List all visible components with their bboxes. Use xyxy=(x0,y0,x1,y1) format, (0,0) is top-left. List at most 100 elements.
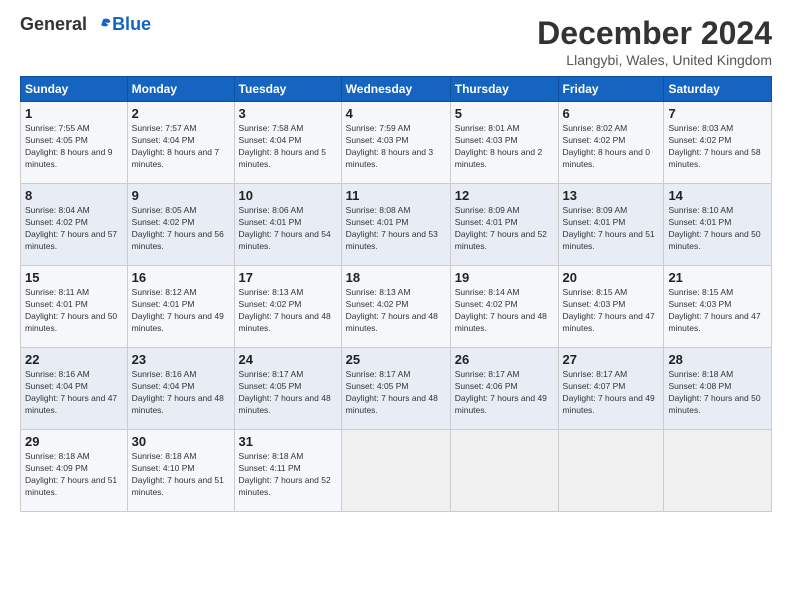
day-number: 5 xyxy=(455,106,554,121)
day-info: Sunrise: 8:01 AM Sunset: 4:03 PM Dayligh… xyxy=(455,123,554,171)
day-number: 2 xyxy=(132,106,230,121)
day-info: Sunrise: 8:16 AM Sunset: 4:04 PM Dayligh… xyxy=(132,369,230,417)
day-info: Sunrise: 8:15 AM Sunset: 4:03 PM Dayligh… xyxy=(668,287,767,335)
calendar-cell: 31 Sunrise: 8:18 AM Sunset: 4:11 PM Dayl… xyxy=(234,430,341,512)
day-number: 20 xyxy=(563,270,660,285)
calendar-cell: 22 Sunrise: 8:16 AM Sunset: 4:04 PM Dayl… xyxy=(21,348,128,430)
calendar-cell xyxy=(341,430,450,512)
day-number: 28 xyxy=(668,352,767,367)
day-number: 25 xyxy=(346,352,446,367)
day-number: 9 xyxy=(132,188,230,203)
calendar-cell: 2 Sunrise: 7:57 AM Sunset: 4:04 PM Dayli… xyxy=(127,102,234,184)
calendar-week-row: 29 Sunrise: 8:18 AM Sunset: 4:09 PM Dayl… xyxy=(21,430,772,512)
day-number: 29 xyxy=(25,434,123,449)
day-info: Sunrise: 8:09 AM Sunset: 4:01 PM Dayligh… xyxy=(455,205,554,253)
calendar-cell: 25 Sunrise: 8:17 AM Sunset: 4:05 PM Dayl… xyxy=(341,348,450,430)
day-number: 23 xyxy=(132,352,230,367)
calendar-table: SundayMondayTuesdayWednesdayThursdayFrid… xyxy=(20,76,772,512)
page-header: General Blue December 2024 Llangybi, Wal… xyxy=(20,15,772,68)
calendar-cell: 18 Sunrise: 8:13 AM Sunset: 4:02 PM Dayl… xyxy=(341,266,450,348)
calendar-header-thursday: Thursday xyxy=(450,77,558,102)
logo-bird-icon xyxy=(94,16,112,34)
calendar-cell: 27 Sunrise: 8:17 AM Sunset: 4:07 PM Dayl… xyxy=(558,348,664,430)
day-info: Sunrise: 8:06 AM Sunset: 4:01 PM Dayligh… xyxy=(239,205,337,253)
day-number: 15 xyxy=(25,270,123,285)
day-info: Sunrise: 8:05 AM Sunset: 4:02 PM Dayligh… xyxy=(132,205,230,253)
title-block: December 2024 Llangybi, Wales, United Ki… xyxy=(537,15,772,68)
calendar-cell: 13 Sunrise: 8:09 AM Sunset: 4:01 PM Dayl… xyxy=(558,184,664,266)
calendar-cell: 9 Sunrise: 8:05 AM Sunset: 4:02 PM Dayli… xyxy=(127,184,234,266)
day-number: 22 xyxy=(25,352,123,367)
calendar-cell: 6 Sunrise: 8:02 AM Sunset: 4:02 PM Dayli… xyxy=(558,102,664,184)
calendar-cell: 23 Sunrise: 8:16 AM Sunset: 4:04 PM Dayl… xyxy=(127,348,234,430)
calendar-cell: 19 Sunrise: 8:14 AM Sunset: 4:02 PM Dayl… xyxy=(450,266,558,348)
day-number: 19 xyxy=(455,270,554,285)
calendar-header-sunday: Sunday xyxy=(21,77,128,102)
logo: General Blue xyxy=(20,15,151,35)
calendar-cell: 14 Sunrise: 8:10 AM Sunset: 4:01 PM Dayl… xyxy=(664,184,772,266)
day-info: Sunrise: 8:11 AM Sunset: 4:01 PM Dayligh… xyxy=(25,287,123,335)
calendar-cell: 16 Sunrise: 8:12 AM Sunset: 4:01 PM Dayl… xyxy=(127,266,234,348)
day-info: Sunrise: 8:17 AM Sunset: 4:05 PM Dayligh… xyxy=(239,369,337,417)
day-info: Sunrise: 8:09 AM Sunset: 4:01 PM Dayligh… xyxy=(563,205,660,253)
day-number: 31 xyxy=(239,434,337,449)
day-info: Sunrise: 7:58 AM Sunset: 4:04 PM Dayligh… xyxy=(239,123,337,171)
calendar-cell xyxy=(450,430,558,512)
day-number: 7 xyxy=(668,106,767,121)
day-info: Sunrise: 8:17 AM Sunset: 4:07 PM Dayligh… xyxy=(563,369,660,417)
day-number: 16 xyxy=(132,270,230,285)
day-info: Sunrise: 8:17 AM Sunset: 4:06 PM Dayligh… xyxy=(455,369,554,417)
calendar-header-saturday: Saturday xyxy=(664,77,772,102)
calendar-cell: 3 Sunrise: 7:58 AM Sunset: 4:04 PM Dayli… xyxy=(234,102,341,184)
day-number: 4 xyxy=(346,106,446,121)
calendar-week-row: 15 Sunrise: 8:11 AM Sunset: 4:01 PM Dayl… xyxy=(21,266,772,348)
logo-general: General xyxy=(20,14,87,34)
calendar-header-wednesday: Wednesday xyxy=(341,77,450,102)
calendar-cell xyxy=(664,430,772,512)
day-info: Sunrise: 8:18 AM Sunset: 4:10 PM Dayligh… xyxy=(132,451,230,499)
day-number: 21 xyxy=(668,270,767,285)
calendar-cell xyxy=(558,430,664,512)
calendar-cell: 7 Sunrise: 8:03 AM Sunset: 4:02 PM Dayli… xyxy=(664,102,772,184)
calendar-cell: 28 Sunrise: 8:18 AM Sunset: 4:08 PM Dayl… xyxy=(664,348,772,430)
day-info: Sunrise: 7:59 AM Sunset: 4:03 PM Dayligh… xyxy=(346,123,446,171)
calendar-cell: 1 Sunrise: 7:55 AM Sunset: 4:05 PM Dayli… xyxy=(21,102,128,184)
day-info: Sunrise: 8:18 AM Sunset: 4:09 PM Dayligh… xyxy=(25,451,123,499)
day-number: 3 xyxy=(239,106,337,121)
day-info: Sunrise: 8:10 AM Sunset: 4:01 PM Dayligh… xyxy=(668,205,767,253)
calendar-cell: 11 Sunrise: 8:08 AM Sunset: 4:01 PM Dayl… xyxy=(341,184,450,266)
calendar-week-row: 1 Sunrise: 7:55 AM Sunset: 4:05 PM Dayli… xyxy=(21,102,772,184)
day-number: 6 xyxy=(563,106,660,121)
calendar-cell: 29 Sunrise: 8:18 AM Sunset: 4:09 PM Dayl… xyxy=(21,430,128,512)
month-title: December 2024 xyxy=(537,15,772,52)
day-info: Sunrise: 8:03 AM Sunset: 4:02 PM Dayligh… xyxy=(668,123,767,171)
calendar-cell: 10 Sunrise: 8:06 AM Sunset: 4:01 PM Dayl… xyxy=(234,184,341,266)
calendar-cell: 20 Sunrise: 8:15 AM Sunset: 4:03 PM Dayl… xyxy=(558,266,664,348)
calendar-header-tuesday: Tuesday xyxy=(234,77,341,102)
day-number: 8 xyxy=(25,188,123,203)
calendar-cell: 4 Sunrise: 7:59 AM Sunset: 4:03 PM Dayli… xyxy=(341,102,450,184)
day-number: 11 xyxy=(346,188,446,203)
day-info: Sunrise: 8:13 AM Sunset: 4:02 PM Dayligh… xyxy=(239,287,337,335)
calendar-cell: 8 Sunrise: 8:04 AM Sunset: 4:02 PM Dayli… xyxy=(21,184,128,266)
calendar-week-row: 22 Sunrise: 8:16 AM Sunset: 4:04 PM Dayl… xyxy=(21,348,772,430)
calendar-header-row: SundayMondayTuesdayWednesdayThursdayFrid… xyxy=(21,77,772,102)
calendar-cell: 24 Sunrise: 8:17 AM Sunset: 4:05 PM Dayl… xyxy=(234,348,341,430)
calendar-body: 1 Sunrise: 7:55 AM Sunset: 4:05 PM Dayli… xyxy=(21,102,772,512)
calendar-cell: 30 Sunrise: 8:18 AM Sunset: 4:10 PM Dayl… xyxy=(127,430,234,512)
calendar-cell: 15 Sunrise: 8:11 AM Sunset: 4:01 PM Dayl… xyxy=(21,266,128,348)
day-info: Sunrise: 8:18 AM Sunset: 4:08 PM Dayligh… xyxy=(668,369,767,417)
day-info: Sunrise: 8:17 AM Sunset: 4:05 PM Dayligh… xyxy=(346,369,446,417)
calendar-header-monday: Monday xyxy=(127,77,234,102)
day-number: 13 xyxy=(563,188,660,203)
day-number: 30 xyxy=(132,434,230,449)
calendar-header-friday: Friday xyxy=(558,77,664,102)
day-number: 18 xyxy=(346,270,446,285)
calendar-week-row: 8 Sunrise: 8:04 AM Sunset: 4:02 PM Dayli… xyxy=(21,184,772,266)
day-info: Sunrise: 8:12 AM Sunset: 4:01 PM Dayligh… xyxy=(132,287,230,335)
day-info: Sunrise: 8:16 AM Sunset: 4:04 PM Dayligh… xyxy=(25,369,123,417)
day-info: Sunrise: 7:55 AM Sunset: 4:05 PM Dayligh… xyxy=(25,123,123,171)
day-number: 14 xyxy=(668,188,767,203)
day-number: 10 xyxy=(239,188,337,203)
calendar-cell: 5 Sunrise: 8:01 AM Sunset: 4:03 PM Dayli… xyxy=(450,102,558,184)
